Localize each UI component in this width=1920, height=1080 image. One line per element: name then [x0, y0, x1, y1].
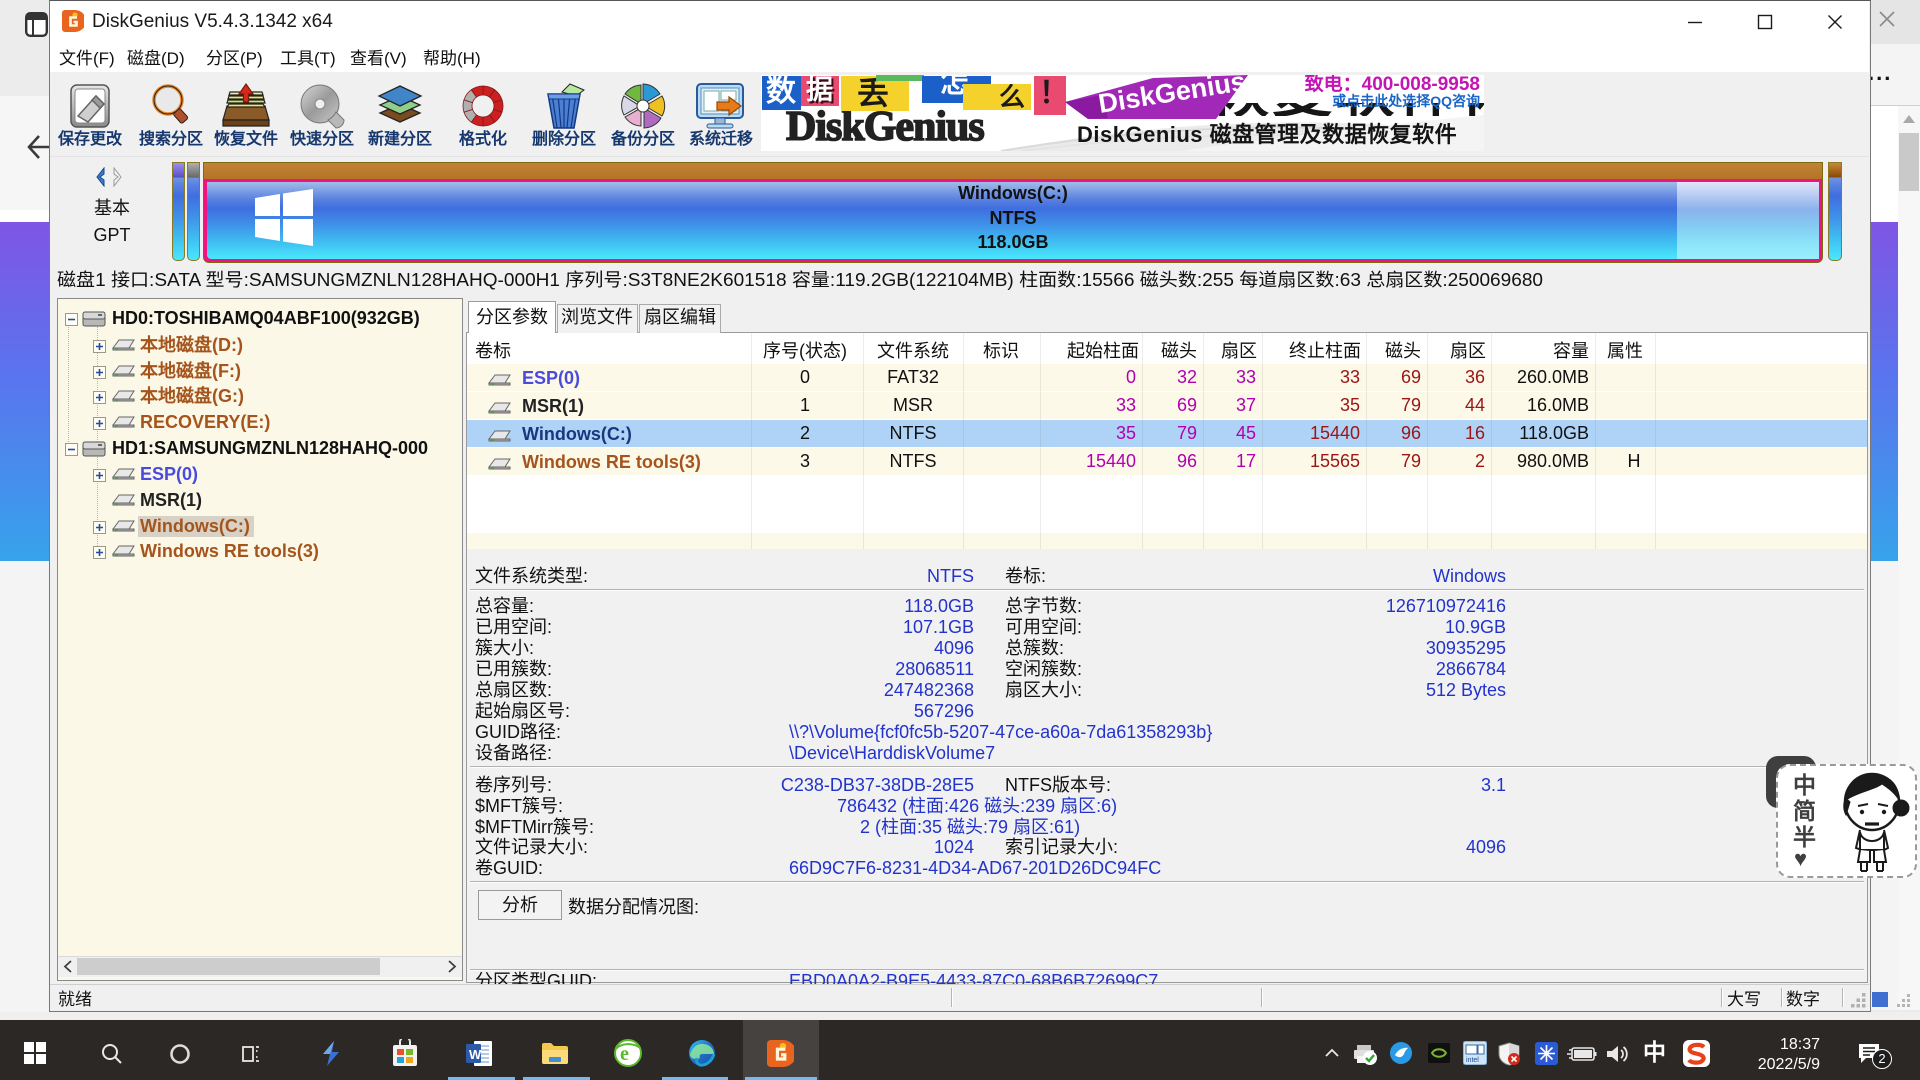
svg-text:e: e: [620, 1043, 629, 1065]
svg-text:intel: intel: [1466, 1057, 1479, 1064]
svg-text:W: W: [469, 1047, 482, 1062]
